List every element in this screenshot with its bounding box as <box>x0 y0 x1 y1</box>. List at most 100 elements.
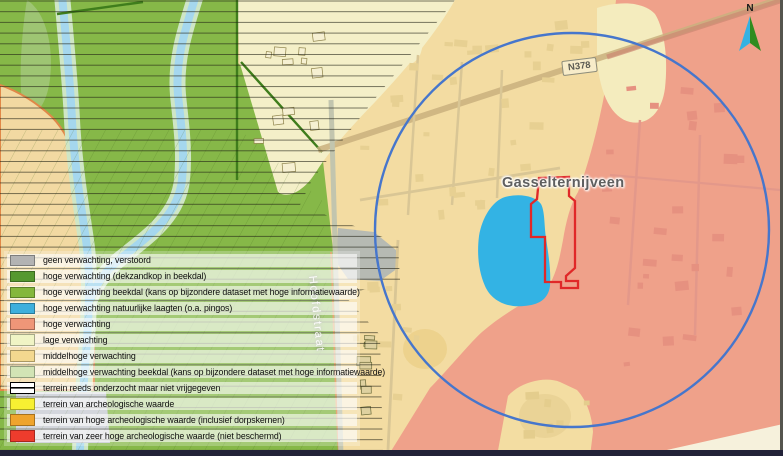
building <box>444 42 453 47</box>
building <box>712 234 724 241</box>
building <box>533 61 541 70</box>
legend-swatch <box>10 414 35 426</box>
legend-item: hoge verwachting <box>7 318 357 331</box>
building <box>726 267 733 277</box>
legend-label: hoge verwachting natuurlijke laagten (o.… <box>43 303 232 313</box>
building <box>584 401 590 406</box>
building <box>360 146 369 150</box>
legend-item: hoge verwachting (dekzandkop in beekdal) <box>7 270 357 283</box>
town-label: Gasselternijveen <box>502 175 624 191</box>
building <box>687 111 698 121</box>
building <box>454 39 468 47</box>
legend-swatch <box>10 398 35 410</box>
legend-swatch <box>10 303 35 315</box>
legend-label: terrein van hoge archeologische waarde (… <box>43 415 285 425</box>
building <box>438 210 445 220</box>
building <box>570 46 583 54</box>
legend-item: middelhoge verwachting <box>7 350 357 363</box>
legend-item: hoge verwachting beekdal (kans op bijzon… <box>7 286 357 299</box>
legend-item: geen verwachting, verstoord <box>7 254 357 267</box>
building <box>501 98 509 108</box>
building <box>624 362 631 367</box>
legend-swatch <box>10 334 35 346</box>
building <box>414 335 420 341</box>
legend-item: terrein van zeer hoge archeologische waa… <box>7 430 357 443</box>
legend-item: terrein van hoge archeologische waarde (… <box>7 414 357 427</box>
legend-swatch <box>10 430 35 442</box>
building <box>650 103 659 109</box>
building <box>546 44 553 52</box>
building <box>653 227 666 235</box>
building <box>488 168 495 177</box>
building <box>525 392 539 400</box>
building <box>675 281 689 292</box>
building <box>409 63 418 71</box>
building <box>692 264 700 271</box>
building <box>432 74 444 80</box>
legend-item: lage verwachting <box>7 334 357 347</box>
building <box>688 121 697 131</box>
legend-item: terrein van archeologische waarde <box>7 398 357 411</box>
compass-n-label: N <box>727 4 773 14</box>
legend-label: hoge verwachting beekdal (kans op bijzon… <box>43 287 360 297</box>
legend-label: middelhoge verwachting beekdal (kans op … <box>43 367 385 377</box>
building <box>731 307 742 316</box>
building <box>467 50 480 55</box>
region-pingo-lake <box>478 195 550 306</box>
building <box>390 95 403 103</box>
legend-swatch <box>10 382 35 394</box>
building <box>510 140 516 146</box>
building <box>393 394 403 401</box>
building <box>672 254 683 261</box>
legend-swatch <box>10 318 35 330</box>
building <box>525 51 532 57</box>
north-arrow: N <box>727 4 773 61</box>
region-tan-blob-center <box>403 329 447 369</box>
building <box>524 430 536 439</box>
building <box>479 200 485 209</box>
building <box>415 174 423 182</box>
legend-label: hoge verwachting <box>43 319 110 329</box>
building <box>554 20 568 31</box>
legend-item: middelhoge verwachting beekdal (kans op … <box>7 366 357 379</box>
building <box>581 41 589 48</box>
map-frame-bottom <box>0 450 783 456</box>
legend-label: lage verwachting <box>43 335 107 345</box>
legend-swatch <box>10 271 35 283</box>
building <box>542 77 555 83</box>
legend-swatch <box>10 350 35 362</box>
building <box>680 87 693 95</box>
building <box>637 283 643 289</box>
building <box>544 399 551 408</box>
building <box>643 274 649 279</box>
legend-item: terrein reeds onderzocht maar niet vrijg… <box>7 382 357 395</box>
building <box>672 206 683 213</box>
building <box>556 420 563 425</box>
building <box>392 304 401 311</box>
building <box>724 154 738 164</box>
map-viewport[interactable]: Gasselternijveen N378 Hoofdstraat N geen… <box>0 0 783 456</box>
legend-swatch <box>10 366 35 378</box>
building <box>449 77 457 85</box>
building <box>606 149 614 154</box>
building <box>423 132 429 136</box>
building <box>643 259 657 267</box>
building <box>628 327 640 337</box>
legend-label: terrein van zeer hoge archeologische waa… <box>43 431 282 441</box>
legend-rows: geen verwachting, verstoord hoge verwacht… <box>7 254 357 442</box>
building <box>663 336 674 346</box>
compass-needle-icon <box>735 14 765 56</box>
map-legend: geen verwachting, verstoord hoge verwacht… <box>4 251 360 446</box>
legend-label: middelhoge verwachting <box>43 351 136 361</box>
legend-swatch <box>10 287 35 299</box>
building <box>529 122 543 130</box>
building <box>609 217 620 225</box>
legend-label: hoge verwachting (dekzandkop in beekdal) <box>43 271 206 281</box>
building <box>520 163 531 171</box>
legend-label: terrein van archeologische waarde <box>43 399 174 409</box>
legend-label: terrein reeds onderzocht maar niet vrijg… <box>43 383 220 393</box>
building <box>386 286 393 291</box>
legend-label: geen verwachting, verstoord <box>43 255 151 265</box>
legend-swatch <box>10 255 35 267</box>
legend-item: hoge verwachting natuurlijke laagten (o.… <box>7 302 357 315</box>
